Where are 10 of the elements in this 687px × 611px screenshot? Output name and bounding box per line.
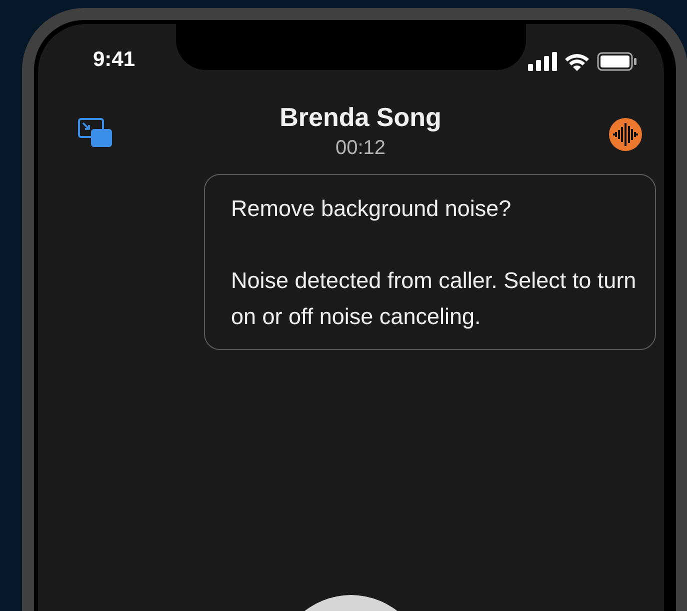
battery-icon — [597, 52, 637, 71]
tooltip-title: Remove background noise? — [231, 195, 512, 223]
picture-in-picture-icon[interactable] — [78, 118, 112, 148]
signal-icon — [528, 52, 557, 71]
status-time: 9:41 — [92, 48, 136, 70]
caller-name: Brenda Song — [280, 102, 442, 132]
tooltip-body: Noise detected from caller. Select to turn on or off noise canceling. — [231, 267, 638, 331]
wifi-icon — [564, 52, 590, 71]
call-duration: 00:12 — [335, 136, 386, 160]
sound-wave-icon[interactable] — [609, 118, 642, 151]
